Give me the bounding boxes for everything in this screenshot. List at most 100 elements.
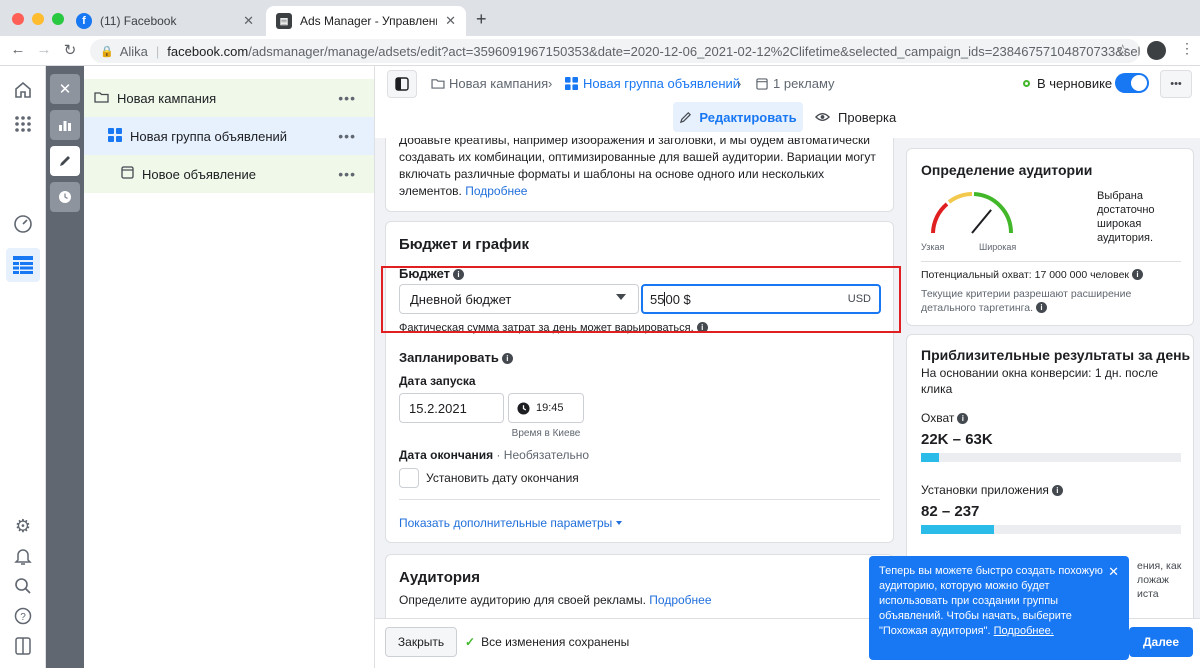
more-options-icon[interactable]: ••• <box>338 166 356 182</box>
gauge-wide-label: Широкая <box>979 242 1017 252</box>
next-button[interactable]: Далее <box>1129 627 1193 657</box>
apps-grid-icon[interactable] <box>11 112 35 136</box>
audience-description: Определите аудиторию для своей рекламы. … <box>399 593 712 607</box>
url-path: /adsmanager/manage/adsets/edit?act=35960… <box>248 43 1140 59</box>
close-tab-icon[interactable]: ✕ <box>445 13 456 29</box>
reach-label: Охват i <box>921 411 969 425</box>
save-status: ✓ Все изменения сохранены <box>465 635 630 649</box>
close-editor-icon[interactable]: ✕ <box>50 74 80 104</box>
tree-item-campaign[interactable]: Новая кампания ••• <box>84 79 374 117</box>
start-time-input[interactable]: 19:45 <box>508 393 584 423</box>
tree-item-label: Новая группа объявлений <box>130 128 288 144</box>
browser-menu-icon[interactable]: ⋮ <box>1180 40 1194 57</box>
window-minimize-button[interactable] <box>32 13 44 25</box>
breadcrumb-separator-icon: › <box>548 76 553 91</box>
more-options-icon[interactable]: ••• <box>338 90 356 106</box>
editor-content: Добавьте креативы, например изображения … <box>375 138 1200 618</box>
profile-avatar[interactable] <box>1147 41 1166 60</box>
targeting-note: Текущие критерии разрешают расширение де… <box>921 288 1132 314</box>
breadcrumb-campaign[interactable]: Новая кампания <box>431 76 548 91</box>
toggle-sidebar-button[interactable] <box>387 70 417 98</box>
potential-reach: Потенциальный охват: 17 000 000 человек i <box>921 269 1144 281</box>
history-clock-icon[interactable] <box>50 182 80 212</box>
reload-icon[interactable]: ↻ <box>60 41 80 59</box>
notifications-bell-icon[interactable] <box>11 544 35 568</box>
creative-description: Добавьте креативы, например изображения … <box>399 138 876 198</box>
card-title: Определение аудитории <box>921 162 1093 178</box>
info-icon[interactable]: i <box>1132 269 1144 280</box>
adset-grid-icon <box>565 77 578 90</box>
tree-item-adset[interactable]: Новая группа объявлений ••• <box>84 117 374 155</box>
forward-icon[interactable]: → <box>34 41 54 58</box>
ads-manager-icon: ▤ <box>276 13 292 29</box>
close-tab-icon[interactable]: ✕ <box>243 13 254 29</box>
window-close-button[interactable] <box>12 13 24 25</box>
info-icon[interactable]: i <box>1036 302 1048 313</box>
gauge-yellow-arc <box>947 192 973 204</box>
fb-left-rail: ⚙ ? <box>0 66 46 668</box>
window-zoom-button[interactable] <box>52 13 64 25</box>
help-icon[interactable]: ? <box>11 604 35 628</box>
editor-tool-rail: ✕ <box>46 66 84 668</box>
folder-icon <box>94 91 109 106</box>
tab-title: (11) Facebook <box>100 14 177 28</box>
info-icon[interactable]: i <box>1051 485 1063 496</box>
lock-icon: 🔒 <box>100 45 114 58</box>
back-icon[interactable]: ← <box>8 41 28 58</box>
divider <box>921 261 1181 262</box>
reach-bar <box>921 453 1181 462</box>
tab-review[interactable]: Проверка <box>815 102 896 132</box>
gauge-red-arc <box>931 202 949 234</box>
close-tooltip-icon[interactable]: ✕ <box>1108 564 1119 580</box>
audience-definition-card: Определение аудитории Узкая Широкая Выбр… <box>906 148 1194 326</box>
ad-icon <box>121 166 134 182</box>
campaigns-table-icon[interactable] <box>6 248 40 282</box>
edit-pencil-icon[interactable] <box>50 146 80 176</box>
section-title: Бюджет и график <box>399 236 530 253</box>
bookmark-star-icon[interactable]: ☆ <box>1116 41 1129 59</box>
highlight-box <box>381 266 901 333</box>
chart-icon[interactable] <box>50 110 80 140</box>
draft-status-label: В черновике <box>1037 76 1113 91</box>
tab-edit[interactable]: Редактировать <box>673 102 803 132</box>
more-options-icon[interactable]: ••• <box>338 128 356 144</box>
browser-tab-ads-manager[interactable]: ▤ Ads Manager - Управление ре ✕ <box>266 6 466 36</box>
info-icon[interactable]: i <box>957 413 969 424</box>
audience-learn-more-link[interactable]: Подробнее <box>649 593 711 607</box>
installs-label: Установки приложения i <box>921 483 1063 497</box>
tree-item-ad[interactable]: Новое объявление ••• <box>84 155 374 193</box>
breadcrumb-adset[interactable]: Новая группа объявлений <box>565 76 740 91</box>
search-icon[interactable] <box>11 574 35 598</box>
start-date-input[interactable]: 15.2.2021 <box>399 393 504 423</box>
tooltip-learn-more-link[interactable]: Подробнее. <box>994 625 1054 637</box>
close-button[interactable]: Закрыть <box>385 627 457 657</box>
obscured-text: ения, как ложаж иста <box>1137 560 1182 600</box>
gauge-narrow-label: Узкая <box>921 242 945 252</box>
installs-bar-fill <box>921 525 994 534</box>
status-dot <box>1023 80 1030 87</box>
show-advanced-link[interactable]: Показать дополнительные параметры <box>399 516 623 530</box>
dashboard-gauge-icon[interactable] <box>11 212 35 236</box>
installs-bar <box>921 525 1181 534</box>
new-tab-icon[interactable]: + <box>476 9 487 30</box>
divider <box>399 499 880 500</box>
publish-toggle[interactable] <box>1115 73 1149 93</box>
schedule-label: Запланировать i <box>399 350 513 365</box>
conversion-basis: На основании окна конверсии: 1 дн. после… <box>921 366 1158 396</box>
home-icon[interactable] <box>11 78 35 102</box>
card-title: Приблизительные результаты за день <box>921 347 1191 363</box>
gauge-needle <box>971 209 992 234</box>
breadcrumb-ad[interactable]: 1 рекламу <box>756 76 835 91</box>
end-date-checkbox[interactable] <box>399 468 419 488</box>
more-options-button[interactable]: ••• <box>1160 70 1192 98</box>
panel-toggle-icon[interactable] <box>11 634 35 658</box>
url-input[interactable]: 🔒 Alika | facebook.com /adsmanager/manag… <box>90 39 1140 63</box>
audience-verdict: Выбрана достаточно широкая аудитория. <box>1097 190 1155 244</box>
browser-tab-facebook[interactable]: f (11) Facebook ✕ <box>66 6 264 36</box>
creative-learn-more-link[interactable]: Подробнее <box>465 184 527 198</box>
info-icon[interactable]: i <box>501 353 513 364</box>
browser-tab-bar: f (11) Facebook ✕ ▤ Ads Manager - Управл… <box>0 0 1200 36</box>
settings-gear-icon[interactable]: ⚙ <box>11 514 35 538</box>
section-title: Аудитория <box>399 569 480 586</box>
eye-icon <box>815 113 830 121</box>
